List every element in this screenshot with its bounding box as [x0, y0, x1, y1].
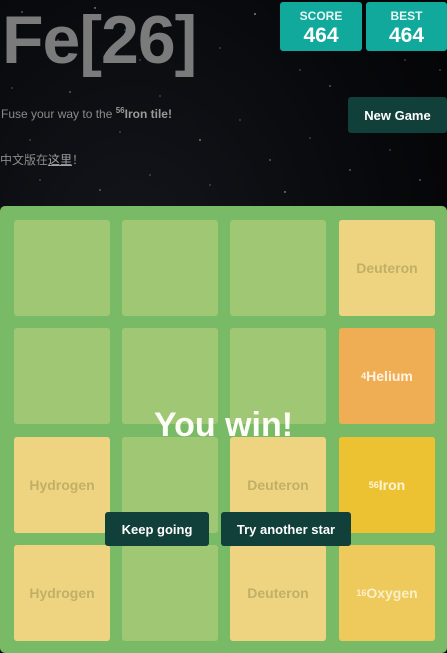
win-message: You win!: [153, 406, 294, 444]
score-value: 464: [303, 24, 339, 47]
score-label: SCORE: [299, 9, 343, 23]
chinese-version-note: 中文版在这里！: [0, 151, 84, 168]
try-another-star-button[interactable]: Try another star: [221, 512, 351, 546]
win-overlay: You win! Keep going Try another star: [0, 206, 447, 653]
chinese-version-link[interactable]: 这里: [48, 153, 72, 167]
best-value: 464: [388, 24, 425, 47]
intro-isotope: 56: [115, 106, 125, 115]
intro-target: Iron tile!: [124, 107, 172, 121]
best-score-box: BEST 464: [366, 2, 447, 51]
cn-prefix: 中文版在: [0, 153, 49, 167]
game-intro: Fuse your way to the 56Iron tile!: [1, 106, 172, 121]
game-board: Deuteron 4 Helium Hydrogen Deuteron 56 Iro…: [0, 206, 447, 653]
new-game-button[interactable]: New Game: [348, 97, 447, 133]
best-label: BEST: [390, 9, 423, 23]
intro-prefix: Fuse your way to the: [1, 107, 116, 121]
game-title: Fe[26]: [2, 2, 197, 78]
score-box: SCORE 464: [280, 2, 362, 51]
keep-going-button[interactable]: Keep going: [105, 512, 209, 546]
cn-suffix: ！: [72, 153, 85, 167]
